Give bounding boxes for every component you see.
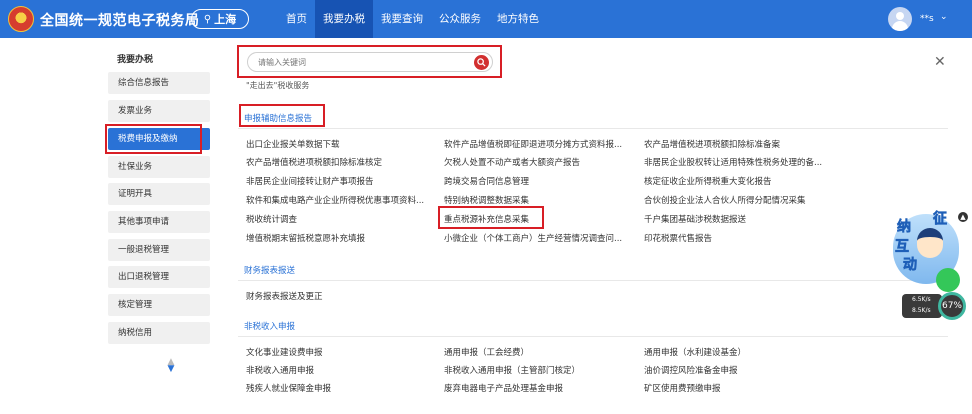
sidebar-item-certificate[interactable]: 证明开具 (108, 183, 210, 205)
list-item[interactable]: 矿区使用费预缴申报 (644, 382, 721, 394)
list-item[interactable]: 印花税票代售报告 (644, 232, 712, 244)
region-label: 上海 (214, 13, 237, 26)
sidebar-title: 我要办税 (117, 55, 154, 65)
section-divider (238, 336, 948, 337)
app-title: 全国统一规范电子税务局 (40, 13, 200, 29)
list-item[interactable]: 农产品增值税进项税额扣除标准核定 (246, 156, 382, 168)
list-item[interactable]: 非居民企业间接转让财产事项报告 (246, 175, 374, 187)
top-header: 全国统一规范电子税务局 ⚲ 上海 首页 我要办税 我要查询 公众服务 地方特色 … (0, 0, 972, 38)
user-avatar[interactable] (888, 7, 912, 31)
sidebar-item-assessment[interactable]: 核定管理 (108, 294, 210, 316)
list-item[interactable]: 残疾人就业保障金申报 (246, 382, 331, 394)
section-title-declaration-info: 申报辅助信息报告 (244, 114, 313, 124)
list-item[interactable]: 出口企业报关单数据下载 (246, 138, 340, 150)
list-item[interactable]: 油价调控风险准备金申报 (644, 364, 738, 376)
national-emblem-logo (8, 6, 34, 32)
close-icon[interactable]: ✕ (934, 54, 946, 70)
list-item[interactable]: 软件产品增值税即征即退进项分摊方式资料报... (444, 138, 622, 150)
user-name[interactable]: **s (920, 14, 934, 24)
chevron-down-icon[interactable]: ▼ (164, 365, 178, 374)
sidebar: 我要办税 综合信息报告 发票业务 税费申报及缴纳 社保业务 证明开具 其他事项申… (0, 38, 230, 414)
section-title-financial-report: 财务报表报送 (244, 266, 296, 276)
region-selector[interactable]: ⚲ 上海 (191, 9, 249, 29)
list-item[interactable]: 增值税期末留抵税意愿补充填报 (246, 232, 365, 244)
list-item[interactable]: 税收统计调查 (246, 213, 297, 225)
list-item-key-tax-source[interactable]: 重点税源补充信息采集 (444, 213, 529, 225)
search-input[interactable] (258, 55, 458, 69)
nav-local-features[interactable]: 地方特色 (489, 0, 547, 38)
search-button[interactable] (474, 55, 489, 70)
widget-char: 征 (933, 211, 948, 228)
list-item[interactable]: 财务报表报送及更正 (246, 290, 323, 302)
widget-char: 纳 (897, 219, 912, 236)
sidebar-item-comprehensive-report[interactable]: 综合信息报告 (108, 72, 210, 94)
search-icon (477, 58, 486, 67)
mascot-face (917, 228, 943, 258)
sidebar-item-tax-credit[interactable]: 纳税信用 (108, 322, 210, 344)
sidebar-item-invoice[interactable]: 发票业务 (108, 100, 210, 122)
widget-char: 互 (895, 239, 910, 256)
chevron-down-icon[interactable]: ⌄ (940, 12, 948, 22)
list-item[interactable]: 合伙创投企业法人合伙人所得分配情况采集 (644, 194, 806, 206)
list-item[interactable]: 文化事业建设费申报 (246, 346, 323, 358)
list-item[interactable]: 软件和集成电路产业企业所得税优惠事项资料... (246, 194, 424, 206)
list-item[interactable]: 非税收入通用申报 (246, 364, 314, 376)
list-item[interactable]: 特别纳税调整数据采集 (444, 194, 529, 206)
section-divider (238, 280, 948, 281)
sidebar-scroll-arrows[interactable]: ▲ ▼ (164, 358, 178, 374)
nav-public-service[interactable]: 公众服务 (431, 0, 489, 38)
search-box (247, 52, 493, 72)
sidebar-item-general-refund[interactable]: 一般退税管理 (108, 239, 210, 261)
nav-home[interactable]: 首页 (278, 0, 315, 38)
list-item[interactable]: 欠税人处置不动产或者大额资产报告 (444, 156, 580, 168)
list-item[interactable]: 核定征收企业所得税重大变化报告 (644, 175, 772, 187)
sidebar-item-other-requests[interactable]: 其他事项申请 (108, 211, 210, 233)
nav-tax-handling[interactable]: 我要办税 (315, 0, 373, 38)
section-divider (238, 128, 948, 129)
usage-percent: 67% (938, 292, 966, 320)
list-item[interactable]: 通用申报（水利建设基金） (644, 346, 746, 358)
sidebar-item-social-security[interactable]: 社保业务 (108, 156, 210, 178)
wifi-icon (936, 268, 960, 292)
list-item[interactable]: 跨境交易合同信息管理 (444, 175, 529, 187)
location-pin-icon: ⚲ (203, 13, 212, 25)
list-item[interactable]: 小微企业（个体工商户）生产经营情况调查问... (444, 232, 622, 244)
list-item[interactable]: 千户集团基础涉税数据报送 (644, 213, 746, 225)
network-speed: 6.5K/s 8.5K/s (902, 294, 942, 318)
sidebar-item-tax-declaration[interactable]: 税费申报及缴纳 (108, 128, 210, 150)
main-nav: 首页 我要办税 我要查询 公众服务 地方特色 (278, 0, 547, 38)
list-item[interactable]: 非税收入通用申报（主管部门核定） (444, 364, 580, 376)
list-item[interactable]: 农产品增值税进项税额扣除标准备案 (644, 138, 780, 150)
widget-close-icon[interactable]: ▲ (958, 212, 968, 222)
list-item[interactable]: 通用申报（工会经费） (444, 346, 529, 358)
sidebar-item-export-refund[interactable]: 出口退税管理 (108, 266, 210, 288)
list-item[interactable]: 非居民企业股权转让适用特殊性税务处理的备... (644, 156, 822, 168)
section-title-non-tax-revenue: 非税收入申报 (244, 322, 296, 332)
widget-char: 动 (903, 257, 918, 274)
nav-query[interactable]: 我要查询 (373, 0, 431, 38)
list-item[interactable]: 废弃电器电子产品处理基金申报 (444, 382, 563, 394)
outbound-service-link[interactable]: "走出去"税收服务 (246, 80, 309, 91)
